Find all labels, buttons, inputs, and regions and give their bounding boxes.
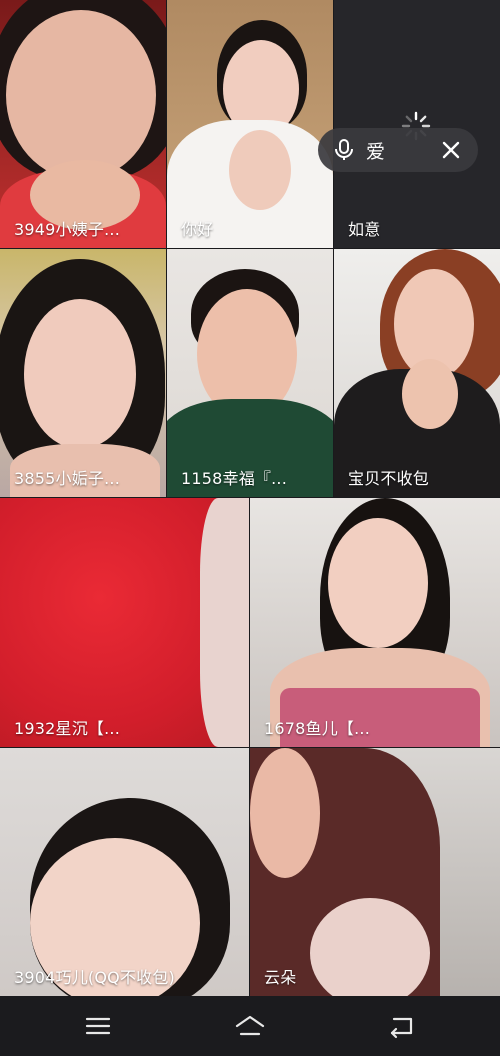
tile-label: 宝贝不收包: [348, 469, 430, 488]
stream-tile-2[interactable]: 你好: [167, 0, 333, 248]
stream-tile-10[interactable]: 云朵: [250, 748, 500, 996]
tile-label: 云朵: [264, 968, 297, 987]
close-icon[interactable]: [440, 139, 462, 161]
tile-label: 1158幸福『...: [181, 469, 287, 488]
stream-tile-6[interactable]: 宝贝不收包: [334, 249, 500, 497]
back-icon[interactable]: [386, 1010, 418, 1042]
stream-tile-8[interactable]: 1678鱼儿【...: [250, 498, 500, 747]
stream-tile-7[interactable]: 1932星沉【...: [0, 498, 249, 747]
tile-label: 3904巧儿(QQ不收包): [14, 968, 175, 987]
menu-icon[interactable]: [82, 1010, 114, 1042]
voice-query-text: 爱: [366, 140, 386, 163]
stream-tile-9[interactable]: 3904巧儿(QQ不收包): [0, 748, 249, 996]
microphone-icon[interactable]: [334, 139, 354, 161]
tile-label: 3949小姨子...: [14, 220, 120, 239]
tile-label: 如意: [348, 220, 381, 239]
stream-tile-4[interactable]: 3855小姤子...: [0, 249, 166, 497]
stream-tile-5[interactable]: 1158幸福『...: [167, 249, 333, 497]
stream-tile-1[interactable]: 3949小姨子...: [0, 0, 166, 248]
system-navigation-bar: [0, 996, 500, 1056]
voice-search-pill[interactable]: 爱: [318, 128, 478, 172]
tile-label: 3855小姤子...: [14, 469, 120, 488]
home-icon[interactable]: [234, 1010, 266, 1042]
tile-label: 1678鱼儿【...: [264, 719, 370, 738]
tile-label: 你好: [181, 220, 214, 239]
tile-label: 1932星沉【...: [14, 719, 120, 738]
